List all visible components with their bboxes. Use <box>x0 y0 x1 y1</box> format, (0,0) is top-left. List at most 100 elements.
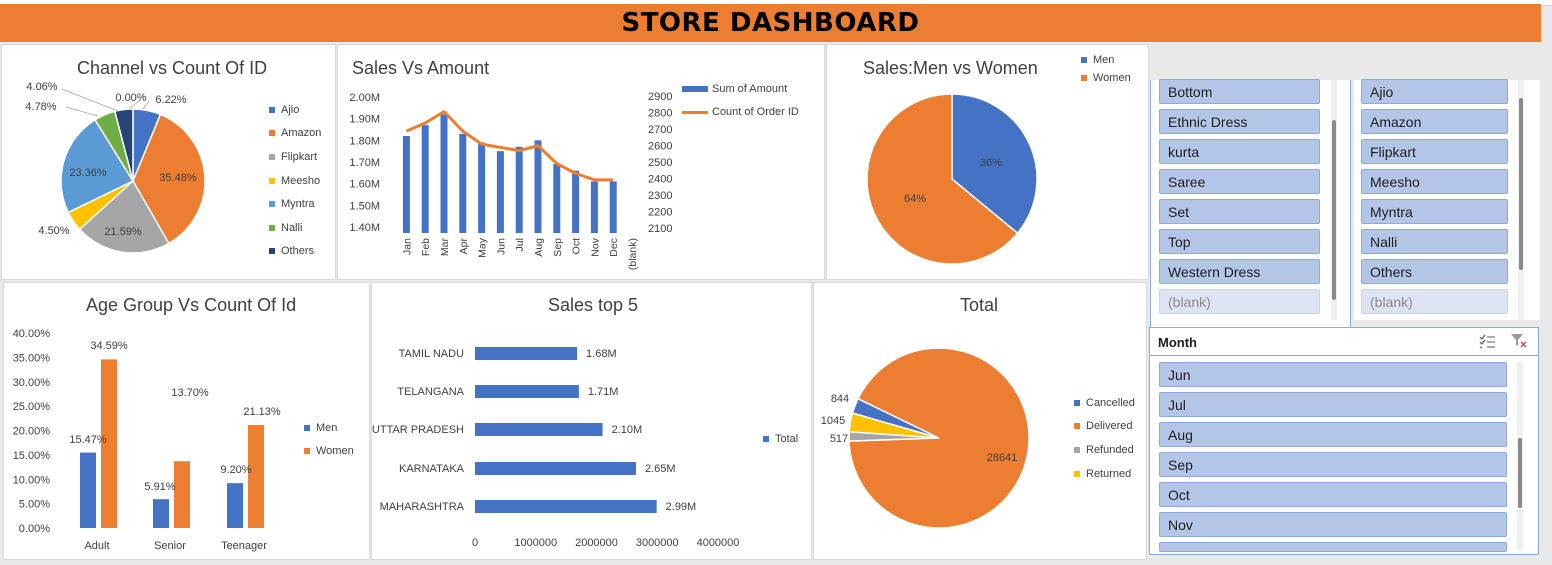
category-slicer-item[interactable]: Bottom <box>1159 79 1320 104</box>
amount-bar <box>609 181 617 233</box>
channel-slicer[interactable]: Ajio Amazon Flipkart Meesho Myntra Nalli Other… <box>1354 79 1540 320</box>
age-bar <box>174 461 190 528</box>
state-label: TAMIL NADU <box>399 348 464 360</box>
scrollbar-thumb[interactable] <box>1518 438 1522 508</box>
channel-slicer-item[interactable]: Amazon <box>1361 109 1508 134</box>
state-label: KARNATAKA <box>399 463 465 475</box>
channel-slicer-item[interactable]: Others <box>1361 259 1508 284</box>
legend-label: Women <box>316 445 354 458</box>
age-group-chart-panel[interactable]: Age Group Vs Count Of Id 40.00% 35.00% 30.… <box>3 282 370 560</box>
month-slicer-header: Month <box>1150 328 1538 356</box>
amount-bar <box>515 146 523 233</box>
men-women-chart-panel[interactable]: Sales:Men vs Women 36% 64% Men Women <box>826 44 1149 280</box>
legend-swatch <box>269 201 275 208</box>
amount-bar <box>572 170 580 233</box>
month-tick: Nov <box>589 237 601 256</box>
category-slicer[interactable]: Bottom Ethnic Dress kurta Saree Set Top Wester… <box>1150 79 1351 328</box>
x-axis-tick: 2000000 <box>575 537 618 549</box>
data-label: 21.59% <box>104 226 142 238</box>
month-slicer-item-partial[interactable] <box>1159 542 1507 552</box>
channel-slicer-scrollbar[interactable] <box>1518 80 1524 320</box>
right-axis-tick: 2800 <box>648 108 672 120</box>
legend-entry: Ajio <box>269 98 321 122</box>
right-axis-tick: 2900 <box>648 91 672 103</box>
legend-swatch <box>1074 423 1080 430</box>
y-axis-tick: 35.00% <box>13 352 51 364</box>
left-axis-tick: 1.50M <box>349 200 380 212</box>
legend-swatch <box>1074 399 1080 406</box>
legend-entry: Others <box>269 240 321 264</box>
sales-amount-legend: Sum of Amount Count of Order ID <box>682 77 799 124</box>
legend-label: Delivered <box>1086 420 1133 433</box>
month-tick: Dec <box>608 238 620 257</box>
legend-swatch <box>763 435 769 442</box>
category-slicer-item[interactable]: Set <box>1159 199 1320 224</box>
category-slicer-scrollbar[interactable] <box>1331 80 1337 320</box>
data-label: 64% <box>904 193 926 205</box>
month-slicer-scrollbar[interactable] <box>1517 362 1523 550</box>
state-label: UTTAR PRADESH <box>372 424 464 436</box>
legend-label: Men <box>1093 54 1115 66</box>
amount-bar <box>402 136 410 233</box>
month-slicer-item[interactable]: Jun <box>1159 362 1507 387</box>
amount-bar <box>478 142 486 233</box>
sales-top5-bar-chart: TAMIL NADU 1.68M TELANGANA 1.71M UTTAR PRADE… <box>372 347 739 549</box>
sales-top5-chart-panel[interactable]: Sales top 5 TAMIL NADU 1.68M TELANGANA 1.71… <box>371 282 812 560</box>
data-label: 9.20% <box>220 464 251 476</box>
channel-slicer-item[interactable]: (blank) <box>1361 289 1508 314</box>
x-axis-tick: 0 <box>472 537 478 549</box>
status-total-chart-panel[interactable]: Total 844 1045 517 28641 Cancelled Delivered… <box>813 282 1147 560</box>
legend-label: Myntra <box>281 198 315 211</box>
channel-slicer-item[interactable]: Meesho <box>1361 169 1508 194</box>
category-slicer-item[interactable]: kurta <box>1159 139 1320 164</box>
month-slicer-item[interactable]: Aug <box>1159 422 1507 447</box>
month-slicer-item[interactable]: Nov <box>1159 512 1507 537</box>
legend-label: Others <box>281 245 315 258</box>
data-label: 1.68M <box>586 348 617 360</box>
clear-filter-icon[interactable] <box>1510 333 1528 349</box>
scrollbar-thumb[interactable] <box>1519 98 1523 270</box>
category-tick: Adult <box>84 540 109 552</box>
month-slicer[interactable]: Month Jun Jul Aug Sep Oct Nov <box>1149 327 1539 555</box>
category-slicer-item[interactable]: Saree <box>1159 169 1320 194</box>
channel-slicer-item[interactable]: Nalli <box>1361 229 1508 254</box>
month-tick: Aug <box>533 238 545 257</box>
category-slicer-item[interactable]: (blank) <box>1159 289 1320 314</box>
amount-bar <box>459 133 467 233</box>
y-axis-tick: 40.00% <box>13 328 51 340</box>
legend-entry: Meesho <box>269 169 321 193</box>
month-tick: May <box>477 237 489 258</box>
channel-slicer-item[interactable]: Ajio <box>1361 79 1508 104</box>
age-bar <box>248 424 264 528</box>
scrollbar-thumb[interactable] <box>1332 120 1336 300</box>
age-group-legend: Men Women <box>304 416 354 463</box>
channel-chart-panel[interactable]: Channel vs Count Of ID 6.22% 35.48% 21.59%… <box>1 44 336 280</box>
category-slicer-item[interactable]: Top <box>1159 229 1320 254</box>
legend-label: Refunded <box>1086 443 1134 456</box>
month-slicer-item[interactable]: Oct <box>1159 482 1507 507</box>
month-tick: Apr <box>458 238 470 255</box>
legend-label: Flipkart <box>281 150 318 163</box>
legend-label: Amazon <box>281 127 322 140</box>
month-slicer-item[interactable]: Jul <box>1159 392 1507 417</box>
right-axis-tick: 2400 <box>648 174 672 186</box>
channel-slicer-item[interactable]: Myntra <box>1361 199 1508 224</box>
category-slicer-item[interactable]: Ethnic Dress <box>1159 109 1320 134</box>
sales-amount-chart-panel[interactable]: Sales Vs Amount 2.00M 1.90M 1.80M 1.70M 1.60… <box>337 44 825 280</box>
data-label: 6.22% <box>155 94 186 106</box>
left-axis-tick: 1.80M <box>349 135 380 147</box>
left-axis-tick: 1.40M <box>349 222 380 234</box>
legend-label: Ajio <box>281 103 300 116</box>
data-label: 517 <box>830 433 848 445</box>
month-slicer-item[interactable]: Sep <box>1159 452 1507 477</box>
legend-swatch <box>269 153 275 160</box>
category-slicer-item[interactable]: Western Dress <box>1159 259 1320 284</box>
left-axis-tick: 1.90M <box>349 114 380 126</box>
multiselect-icon[interactable] <box>1478 333 1496 349</box>
channel-slicer-item[interactable]: Flipkart <box>1361 139 1508 164</box>
month-tick: Oct <box>571 238 583 254</box>
x-axis-tick: 3000000 <box>636 537 679 549</box>
legend-entry: Women <box>1081 69 1131 87</box>
dashboard-banner: STORE DASHBOARD <box>0 4 1541 42</box>
legend-swatch <box>1081 57 1087 63</box>
